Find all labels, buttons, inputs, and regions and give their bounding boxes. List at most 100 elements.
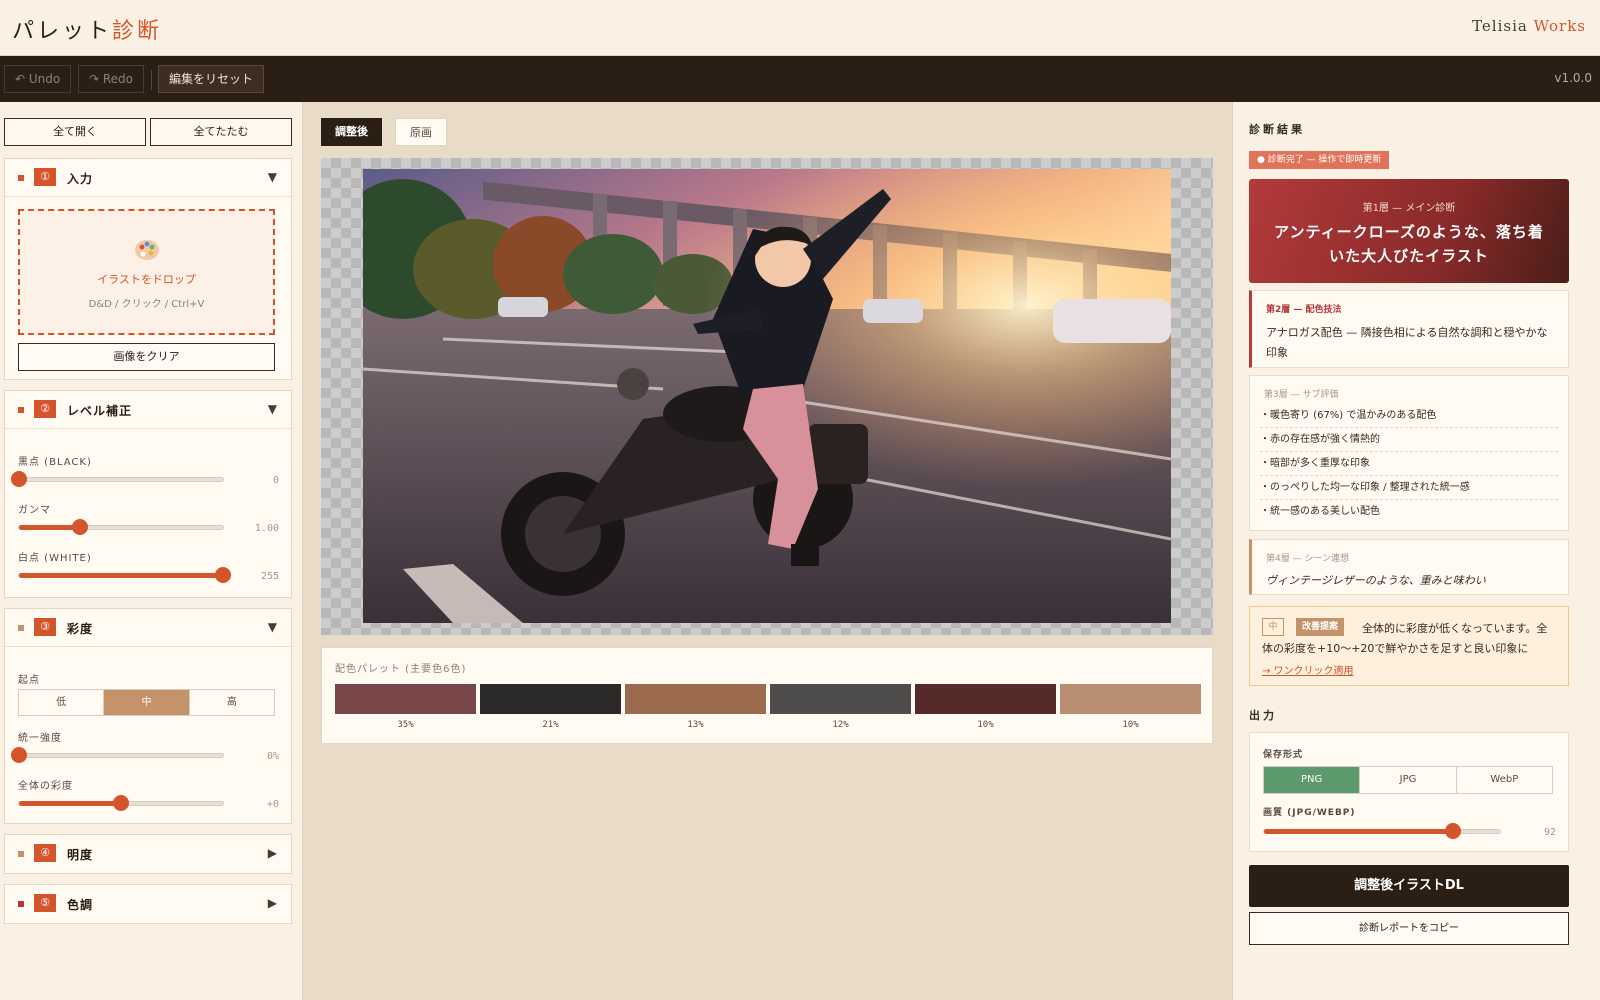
one-click-apply-link[interactable]: → ワンクリック適用	[1262, 662, 1354, 677]
preview-image	[363, 169, 1171, 623]
layer1-value: アンティークローズのような、落ち着いた大人びたイラスト	[1274, 223, 1544, 265]
layer2-label: 第2層 — 配色技法	[1266, 305, 1342, 315]
output-settings: 保存形式 PNG JPG WebP 画質 (JPG/WEBP) 92	[1249, 732, 1569, 852]
list-item: ・赤の存在感が強く情熱的	[1260, 428, 1558, 452]
redo-button[interactable]: ↷ Redo	[78, 65, 145, 93]
palette-swatch[interactable]	[915, 684, 1056, 714]
list-item: ・のっぺりした均一な印象 / 整理された統一感	[1260, 476, 1558, 500]
download-button[interactable]: 調整後イラストDL	[1249, 865, 1569, 907]
panel-brightness-header[interactable]: ④ 明度 ▶	[5, 835, 291, 873]
slider-knob[interactable]	[11, 471, 27, 487]
slider-knob[interactable]	[215, 567, 231, 583]
slider-knob[interactable]	[113, 795, 129, 811]
toolbar-divider	[151, 70, 152, 90]
origin-label: 起点	[18, 675, 40, 686]
overall-saturation-slider[interactable]	[18, 795, 224, 811]
black-point-slider[interactable]	[11, 471, 224, 487]
panel-tone[interactable]: ⑤ 色調 ▶	[4, 884, 292, 924]
slider-knob[interactable]	[72, 519, 89, 535]
palette-percent: 12%	[832, 720, 849, 730]
origin-option-mid[interactable]: 中	[104, 690, 190, 715]
version-label: v1.0.0	[1554, 71, 1592, 85]
palette-swatch[interactable]	[770, 684, 911, 714]
list-item: ・暗部が多く重厚な印象	[1260, 452, 1558, 476]
toolbar: ↶ Undo ↷ Redo 編集をリセット v1.0.0	[0, 56, 1600, 102]
bullet-square-icon	[18, 175, 24, 181]
collapse-arrow-icon[interactable]: ▼	[268, 402, 277, 416]
bullet-square-icon	[18, 407, 24, 413]
gamma-value: 1.00	[254, 523, 279, 534]
layer4-label: 第4層 — シーン連想	[1266, 554, 1349, 564]
layer4-value: ヴィンテージレザーのような、重みと味わい	[1266, 574, 1486, 587]
collapse-arrow-icon[interactable]: ▼	[268, 170, 277, 184]
panel-input-header[interactable]: ① 入力 ▼	[5, 159, 291, 197]
quality-value: 92	[1543, 827, 1556, 838]
format-option-webp[interactable]: WebP	[1457, 767, 1552, 793]
white-point-slider[interactable]	[18, 567, 231, 583]
collapse-arrow-icon[interactable]: ▼	[268, 620, 277, 634]
panel-title: 入力	[67, 172, 94, 186]
panel-levels-header[interactable]: ② レベル補正 ▼	[5, 391, 291, 429]
format-label: 保存形式	[1263, 750, 1304, 760]
slider-knob[interactable]	[11, 747, 27, 763]
panel-number: ④	[34, 844, 56, 862]
panel-tone-header[interactable]: ⑤ 色調 ▶	[5, 885, 291, 923]
panel-number: ⑤	[34, 894, 56, 912]
palette-swatch[interactable]	[625, 684, 766, 714]
palette-percent: 10%	[1122, 720, 1139, 730]
unify-strength-value: 0%	[266, 751, 279, 762]
copy-report-button[interactable]: 診断レポートをコピー	[1249, 912, 1569, 945]
layer2-card: 第2層 — 配色技法 アナロガス配色 — 隣接色相による自然な調和と穏やかな印象	[1249, 290, 1569, 368]
black-point-label: 黒点 (BLACK)	[18, 457, 92, 468]
suggestion-level-badge: 中	[1262, 618, 1284, 636]
clear-image-button[interactable]: 画像をクリア	[18, 343, 275, 371]
diagnosis-title: 診断結果	[1249, 123, 1305, 136]
color-palette-panel: 配色パレット (主要色6色) 35% 21% 13% 12% 10% 10%	[321, 647, 1213, 744]
panel-saturation-header[interactable]: ③ 彩度 ▼	[5, 609, 291, 647]
panel-saturation: ③ 彩度 ▼ 起点 低 中 高 統一強度 0% 全体の彩度 +0	[4, 608, 292, 824]
bullet-square-icon	[18, 901, 24, 907]
white-point-value: 255	[260, 571, 279, 582]
expand-arrow-icon[interactable]: ▶	[268, 846, 277, 860]
overall-saturation-label: 全体の彩度	[18, 781, 73, 792]
gamma-slider[interactable]	[18, 519, 224, 535]
panel-number: ②	[34, 400, 56, 418]
page-title: パレット診断	[12, 19, 163, 44]
panel-number: ①	[34, 168, 56, 186]
layer3-card: 第3層 — サブ評価 ・暖色寄り (67%) で温かみのある配色 ・赤の存在感が…	[1249, 375, 1569, 531]
gamma-label: ガンマ	[18, 505, 51, 516]
origin-option-high[interactable]: 高	[190, 690, 274, 715]
palette-percent: 21%	[542, 720, 559, 730]
expand-all-button[interactable]: 全て開く	[4, 118, 146, 146]
slider-knob[interactable]	[1444, 823, 1461, 839]
reset-edits-button[interactable]: 編集をリセット	[158, 65, 265, 93]
palette-title: 配色パレット (主要色6色)	[335, 664, 467, 675]
image-drop-zone[interactable]: イラストをドロップ D&D / クリック / Ctrl+V	[18, 209, 275, 335]
suggestion-tag: 改善提案	[1296, 618, 1345, 636]
format-option-jpg[interactable]: JPG	[1360, 767, 1457, 793]
quality-slider[interactable]	[1263, 823, 1501, 839]
layer3-label: 第3層 — サブ評価	[1264, 390, 1339, 400]
layer1-main-diagnosis: 第1層 — メイン診断 アンティークローズのような、落ち着いた大人びたイラスト	[1249, 179, 1569, 283]
undo-button[interactable]: ↶ Undo	[4, 65, 72, 93]
unify-strength-slider[interactable]	[11, 747, 224, 763]
palette-percent: 10%	[977, 720, 994, 730]
palette-swatch[interactable]	[335, 684, 476, 714]
tab-original[interactable]: 原画	[395, 118, 447, 146]
list-item: ・統一感のある美しい配色	[1260, 506, 1380, 517]
panel-title: 彩度	[67, 622, 94, 636]
palette-swatch[interactable]	[480, 684, 621, 714]
tab-adjusted[interactable]: 調整後	[321, 118, 382, 146]
unify-strength-label: 統一強度	[18, 733, 62, 744]
collapse-all-button[interactable]: 全てたたむ	[150, 118, 292, 146]
palette-swatch[interactable]	[1060, 684, 1201, 714]
origin-option-low[interactable]: 低	[19, 690, 105, 715]
panel-brightness[interactable]: ④ 明度 ▶	[4, 834, 292, 874]
white-point-label: 白点 (WHITE)	[18, 553, 92, 564]
preview-canvas	[321, 158, 1213, 635]
left-sidebar: 全て開く 全てたたむ ① 入力 ▼ イラストをドロップ D&D / クリック /…	[0, 102, 303, 1000]
drop-hint: D&D / クリック / Ctrl+V	[88, 299, 205, 310]
app-header: パレット診断 Telisia Works	[0, 0, 1600, 56]
format-option-png[interactable]: PNG	[1264, 767, 1361, 793]
expand-arrow-icon[interactable]: ▶	[268, 896, 277, 910]
